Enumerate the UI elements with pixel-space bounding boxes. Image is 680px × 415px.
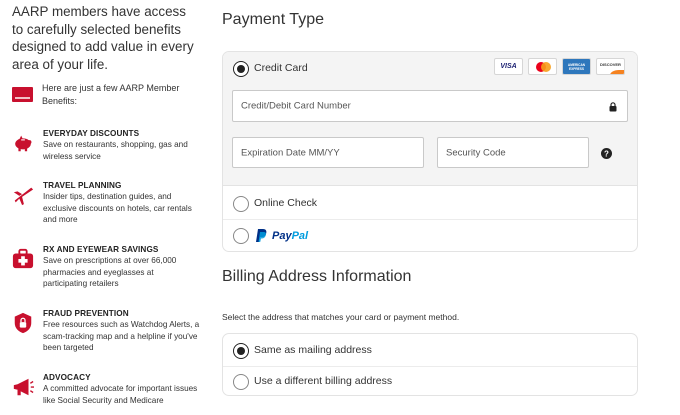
- benefit-desc: A committed advocate for important issue…: [43, 384, 198, 405]
- different-address-label[interactable]: Use a different billing address: [254, 375, 392, 387]
- shield-lock-icon: [14, 312, 32, 334]
- visa-logo-text: VISA: [500, 63, 517, 70]
- benefit-desc: Save on prescriptions at over 66,000 pha…: [43, 256, 177, 289]
- mastercard-logo: [528, 58, 557, 75]
- security-code-placeholder: Security Code: [446, 147, 506, 158]
- benefit-title: RX AND EYEWEAR SAVINGS: [43, 245, 159, 254]
- payment-type-heading: Payment Type: [222, 11, 324, 28]
- same-address-label[interactable]: Same as mailing address: [254, 344, 372, 356]
- card-number-placeholder: Credit/Debit Card Number: [241, 100, 351, 112]
- online-check-label[interactable]: Online Check: [254, 197, 317, 209]
- card-number-input[interactable]: Credit/Debit Card Number: [232, 90, 628, 122]
- benefit-desc: Insider tips, destination guides, and ex…: [43, 192, 192, 225]
- billing-heading: Billing Address Information: [222, 268, 412, 285]
- visa-logo: VISA: [494, 58, 523, 75]
- credit-card-section: Credit Card VISA AMERICAN EXPRESS DISCOV…: [223, 52, 637, 186]
- medical-kit-icon: [12, 248, 34, 269]
- credit-card-label[interactable]: Credit Card: [254, 62, 308, 74]
- security-code-input[interactable]: Security Code: [437, 137, 589, 168]
- benefit-title: ADVOCACY: [43, 373, 91, 382]
- payment-options-panel: Credit Card VISA AMERICAN EXPRESS DISCOV…: [222, 51, 638, 252]
- svg-text:?: ?: [604, 150, 609, 159]
- benefit-title: EVERYDAY DISCOUNTS: [43, 129, 140, 138]
- paypal-pay-text: Pay: [272, 229, 292, 242]
- expiration-placeholder: Expiration Date MM/YY: [241, 147, 340, 158]
- benefit-desc: Save on restaurants, shopping, gas and w…: [43, 140, 188, 161]
- amex-logo-text: AMERICAN EXPRESS: [567, 63, 586, 71]
- billing-help-text: Select the address that matches your car…: [222, 312, 460, 322]
- paypal-p-icon: [256, 229, 267, 242]
- airplane-icon: [13, 187, 34, 206]
- benefit-everyday-discounts: EVERYDAY DISCOUNTS Save on restaurants, …: [12, 128, 207, 162]
- piggy-bank-icon: [15, 135, 32, 152]
- benefit-fraud-prevention: FRAUD PREVENTION Free resources such as …: [12, 308, 207, 354]
- benefit-travel-planning: TRAVEL PLANNING Insider tips, destinatio…: [12, 180, 207, 226]
- same-address-radio[interactable]: [233, 343, 249, 359]
- benefits-column: AARP members have access to carefully se…: [12, 0, 200, 405]
- mastercard-circles-icon: [536, 62, 551, 72]
- amex-logo: AMERICAN EXPRESS: [562, 58, 591, 75]
- benefit-advocacy: ADVOCACY A committed advocate for import…: [12, 372, 207, 406]
- paypal-pal-text: Pal: [291, 229, 309, 242]
- paypal-radio[interactable]: [233, 228, 249, 244]
- benefit-title: TRAVEL PLANNING: [43, 181, 122, 190]
- credit-card-radio[interactable]: [233, 61, 249, 77]
- expiration-date-input[interactable]: Expiration Date MM/YY: [232, 137, 424, 168]
- billing-divider: [223, 366, 637, 367]
- intro-text: AARP members have access to carefully se…: [12, 4, 194, 72]
- online-check-radio[interactable]: [233, 196, 249, 212]
- lock-icon: [609, 102, 617, 112]
- megaphone-icon: [13, 378, 34, 396]
- paypal-logo[interactable]: Pay Pal: [256, 229, 308, 242]
- benefit-desc: Free resources such as Watchdog Alerts, …: [43, 320, 200, 353]
- discover-logo: DISCOVER: [596, 58, 625, 75]
- benefit-title: FRAUD PREVENTION: [43, 309, 129, 318]
- aarp-card-icon: [12, 87, 33, 102]
- different-address-radio[interactable]: [233, 374, 249, 390]
- option-divider: [223, 219, 637, 220]
- help-icon[interactable]: ?: [601, 148, 612, 159]
- member-benefits-intro: Here are just a few AARP Member Benefits…: [12, 81, 202, 107]
- billing-options-panel: Same as mailing address Use a different …: [222, 333, 638, 396]
- benefit-rx-eyewear: RX AND EYEWEAR SAVINGS Save on prescript…: [12, 244, 207, 290]
- here-text: Here are just a few AARP Member Benefits…: [42, 83, 180, 106]
